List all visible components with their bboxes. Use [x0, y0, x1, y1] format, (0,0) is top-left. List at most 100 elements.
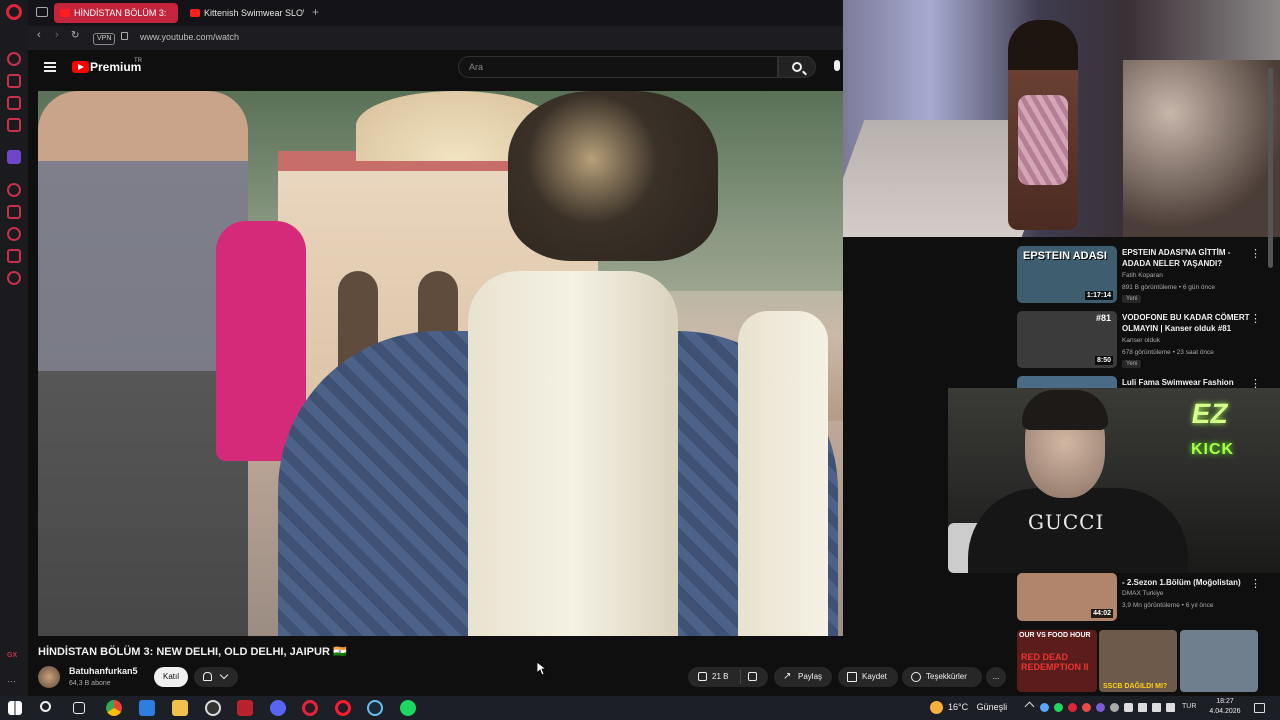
- twitch-icon[interactable]: [7, 150, 21, 164]
- tray-spotify-icon[interactable]: [1054, 703, 1063, 712]
- rec-menu-icon[interactable]: [1250, 312, 1261, 326]
- tab-inactive[interactable]: Kittenish Swimwear SLOW: [184, 3, 304, 23]
- share-button[interactable]: ↗ Paylaş: [774, 667, 832, 687]
- gx-corner-icon[interactable]: [7, 74, 21, 88]
- thumbs-up-icon[interactable]: [698, 672, 707, 681]
- address-bar: ‹ › ↻ VPN www.youtube.com/watch: [28, 26, 843, 50]
- rec-menu-icon[interactable]: [1250, 247, 1261, 261]
- opera-icon[interactable]: [335, 700, 351, 716]
- youtube-logo-icon[interactable]: [72, 61, 89, 73]
- weather-icon[interactable]: [930, 701, 943, 714]
- scrollbar-thumb[interactable]: [1268, 68, 1273, 268]
- opera-logo-icon[interactable]: [6, 4, 22, 20]
- share-icon: ↗: [783, 671, 792, 682]
- rec-thumbnail[interactable]: [1017, 376, 1117, 388]
- vpn-badge[interactable]: VPN: [93, 33, 116, 45]
- tray-app-icon[interactable]: [1040, 703, 1049, 712]
- youtube-header: Premium TR Ara: [28, 50, 843, 86]
- share-label: Paylaş: [798, 672, 823, 681]
- tab-islands-icon[interactable]: [36, 7, 48, 17]
- settings-icon[interactable]: [7, 271, 21, 285]
- rec-thumbnail[interactable]: EPSTEIN ADASI 1:17:14: [1017, 246, 1117, 303]
- rec-channel[interactable]: Kanser olduk: [1122, 337, 1160, 344]
- thumbs-down-icon[interactable]: [748, 672, 757, 681]
- spotify-icon[interactable]: [400, 700, 416, 716]
- video-scene-scarf: [468, 271, 678, 636]
- shelf-thumbnail[interactable]: [1180, 630, 1258, 692]
- bookmark-icon: [847, 672, 857, 682]
- edge-icon[interactable]: [139, 700, 155, 716]
- tray-opera-icon[interactable]: [1068, 703, 1077, 712]
- volume-icon[interactable]: [1152, 703, 1161, 712]
- rec-menu-icon[interactable]: [1250, 577, 1261, 591]
- rec-title[interactable]: - 2.Sezon 1.Bölüm (Moğolistan): [1122, 577, 1260, 588]
- instagram-icon[interactable]: [7, 118, 21, 132]
- clock-date[interactable]: 4.04.2026: [1203, 708, 1247, 715]
- media-icon[interactable]: [237, 700, 253, 716]
- lock-icon[interactable]: [121, 32, 128, 40]
- rec-title[interactable]: EPSTEIN ADASI'NA GİTTİM - ADADA NELER YA…: [1122, 247, 1260, 269]
- messenger-icon[interactable]: [7, 96, 21, 110]
- bookmarks-icon[interactable]: [7, 205, 21, 219]
- page-scrollbar[interactable]: [1268, 48, 1273, 688]
- notification-center-icon[interactable]: [1254, 703, 1265, 713]
- history-icon[interactable]: [7, 227, 21, 241]
- rec-channel[interactable]: Fatih Koparan: [1122, 272, 1163, 279]
- search-input[interactable]: Ara: [458, 56, 778, 78]
- tray-overflow-icon[interactable]: [1024, 701, 1035, 712]
- new-tab-button[interactable]: +: [312, 5, 319, 19]
- microphone-icon[interactable]: [834, 60, 840, 71]
- like-count[interactable]: 21 B: [712, 667, 728, 687]
- notification-button[interactable]: [194, 667, 238, 687]
- windows-icon[interactable]: [8, 701, 22, 715]
- rec-channel[interactable]: DMAX Turkiye: [1122, 590, 1164, 597]
- menu-icon[interactable]: [44, 62, 56, 72]
- thanks-button[interactable]: Teşekkürler: [902, 667, 982, 687]
- tab-active[interactable]: HİNDİSTAN BÖLÜM 3:: [54, 3, 178, 23]
- task-view-icon[interactable]: [73, 702, 85, 714]
- tray-app-icon[interactable]: [1096, 703, 1105, 712]
- reload-icon[interactable]: ↻: [71, 30, 79, 41]
- save-button[interactable]: Kaydet: [838, 667, 898, 687]
- channel-avatar[interactable]: [38, 666, 60, 688]
- tray-app-icon[interactable]: [1110, 703, 1119, 712]
- discord-icon[interactable]: [270, 700, 286, 716]
- opera-gx-icon[interactable]: [302, 700, 318, 716]
- back-icon[interactable]: ‹: [37, 29, 41, 41]
- power-icon[interactable]: [1166, 703, 1175, 712]
- steam-icon[interactable]: [367, 700, 383, 716]
- microphone-tray-icon[interactable]: [1124, 703, 1133, 712]
- weather-widget[interactable]: 16°C Güneşli: [948, 702, 1007, 712]
- search-icon[interactable]: [40, 701, 51, 712]
- input-language[interactable]: TUR: [1182, 703, 1196, 710]
- url-field[interactable]: www.youtube.com/watch: [140, 32, 239, 42]
- obs-icon[interactable]: [205, 700, 221, 716]
- shelf-thumb-bg: [1180, 630, 1258, 692]
- shelf-thumbnail[interactable]: OUR VS FOOD HOUR RED DEAD REDEMPTION II: [1017, 630, 1097, 692]
- forward-icon[interactable]: ›: [55, 29, 59, 41]
- extensions-icon[interactable]: [7, 249, 21, 263]
- rec-title[interactable]: Luli Fama Swimwear Fashion: [1122, 377, 1260, 388]
- player-icon[interactable]: [7, 183, 21, 197]
- rec-thumbnail[interactable]: 44:02: [1017, 573, 1117, 621]
- rec-title[interactable]: VODOFONE BU KADAR CÖMERT OLMAYIN | Kanse…: [1122, 312, 1260, 334]
- webcam-shirt-text: GUCCI: [1028, 510, 1105, 534]
- thanks-icon: [911, 672, 921, 682]
- sidebar-more-icon[interactable]: ···: [7, 676, 21, 690]
- gx-control-icon[interactable]: [7, 52, 21, 66]
- search-button[interactable]: [778, 56, 816, 78]
- network-icon[interactable]: [1138, 703, 1147, 712]
- explorer-icon[interactable]: [172, 700, 188, 716]
- tray-app-icon[interactable]: [1082, 703, 1091, 712]
- clock-time[interactable]: 18:27: [1210, 698, 1240, 705]
- shelf-thumb-text: SSCB DAĞILDI MI?: [1103, 683, 1168, 690]
- chrome-icon[interactable]: [106, 700, 122, 716]
- rec-thumb-text: EPSTEIN ADASI: [1023, 250, 1107, 262]
- channel-name[interactable]: Batuhanfurkan5: [69, 666, 138, 676]
- video-player[interactable]: [38, 91, 843, 636]
- join-button[interactable]: Katıl: [154, 667, 188, 687]
- more-actions-button[interactable]: ...: [986, 667, 1006, 687]
- rec-thumbnail[interactable]: #81 8:50: [1017, 311, 1117, 368]
- shelf-thumbnail[interactable]: SSCB DAĞILDI MI?: [1099, 630, 1177, 692]
- pip-video-runway[interactable]: [843, 0, 1280, 237]
